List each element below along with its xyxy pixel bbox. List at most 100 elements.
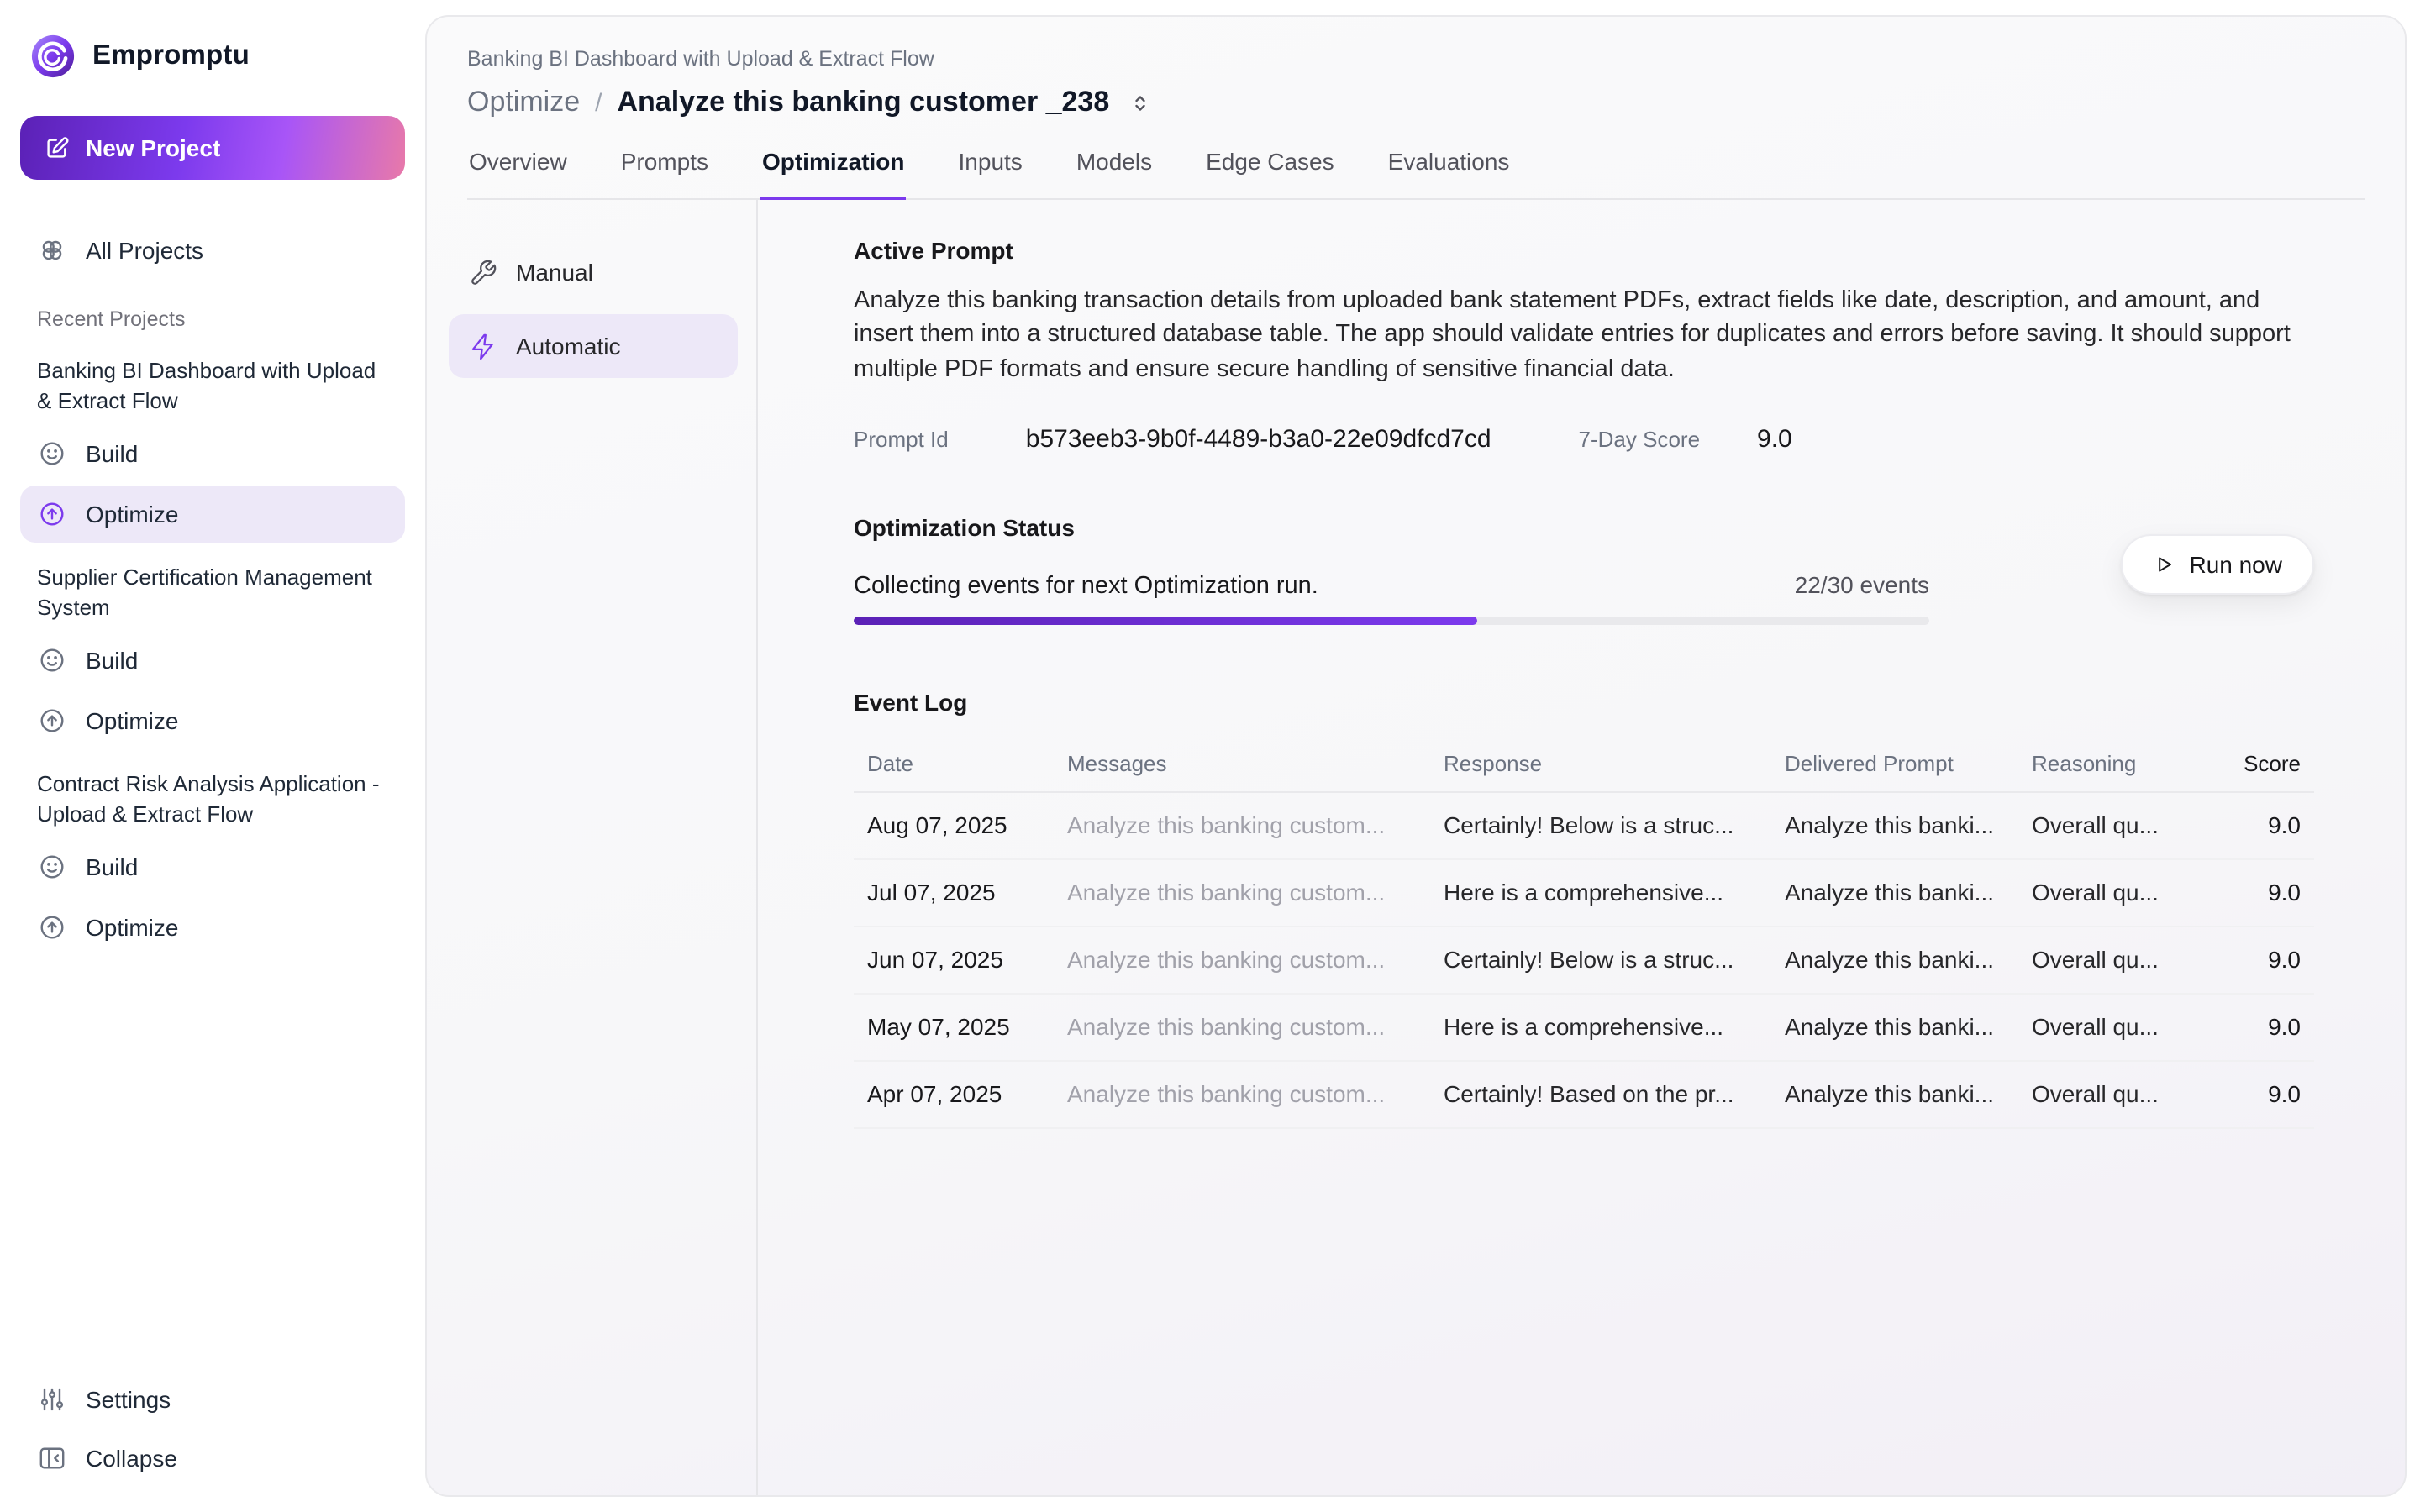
cell-reasoning: Overall qu... xyxy=(2032,947,2196,974)
sidebar-item-optimize[interactable]: Optimize xyxy=(20,692,405,749)
optimization-status-heading: Optimization Status xyxy=(854,514,2314,541)
project-title[interactable]: Contract Risk Analysis Application - Upl… xyxy=(20,769,405,828)
all-projects-label: All Projects xyxy=(86,237,203,264)
cell-reasoning: Overall qu... xyxy=(2032,812,2196,839)
prompt-meta-row: Prompt Id b573eeb3-9b0f-4489-b3a0-22e09d… xyxy=(854,425,2314,454)
tab-prompts[interactable]: Prompts xyxy=(619,148,710,200)
sidebar-item-build[interactable]: Build xyxy=(20,425,405,482)
brand-logo-icon xyxy=(30,34,76,79)
cell-score: 9.0 xyxy=(2196,812,2301,839)
tab-inputs[interactable]: Inputs xyxy=(957,148,1024,200)
build-label: Build xyxy=(86,854,138,881)
subnav-item-automatic[interactable]: Automatic xyxy=(449,314,738,378)
screen: Empromptu New Project All Projects Recen… xyxy=(0,0,2420,1512)
lightning-bolt-icon xyxy=(469,332,497,360)
run-now-button[interactable]: Run now xyxy=(2120,534,2314,595)
build-label: Build xyxy=(86,440,138,467)
cell-messages: Analyze this banking custom... xyxy=(1067,947,1444,974)
build-label: Build xyxy=(86,647,138,674)
cell-delivered-prompt: Analyze this banki... xyxy=(1785,947,2032,974)
sidebar-item-optimize[interactable]: Optimize xyxy=(20,900,405,957)
cell-date: Apr 07, 2025 xyxy=(867,1081,1067,1108)
panel-header: Banking BI Dashboard with Upload & Extra… xyxy=(427,17,2405,200)
subnav-item-manual[interactable]: Manual xyxy=(449,240,738,304)
chevron-expand-icon[interactable] xyxy=(1128,90,1153,115)
event-log-heading: Event Log xyxy=(854,689,2314,716)
edit-icon xyxy=(44,134,71,161)
column-header-reasoning: Reasoning xyxy=(2032,751,2196,776)
cell-reasoning: Overall qu... xyxy=(2032,879,2196,906)
cell-score: 9.0 xyxy=(2196,879,2301,906)
cell-score: 9.0 xyxy=(2196,1014,2301,1041)
sidebar-item-build[interactable]: Build xyxy=(20,839,405,896)
cell-date: Jul 07, 2025 xyxy=(867,879,1067,906)
cell-delivered-prompt: Analyze this banki... xyxy=(1785,812,2032,839)
prompt-id-value: b573eeb3-9b0f-4489-b3a0-22e09dfcd7cd xyxy=(1026,425,1491,454)
tab-optimization[interactable]: Optimization xyxy=(760,148,907,200)
events-count: 22/30 events xyxy=(1795,571,1929,598)
cell-date: Aug 07, 2025 xyxy=(867,812,1067,839)
cell-date: May 07, 2025 xyxy=(867,1014,1067,1041)
collapse-panel-icon xyxy=(37,1443,67,1473)
tab-bar: Overview Prompts Optimization Inputs Mod… xyxy=(467,148,2365,200)
table-header-row: Date Messages Response Delivered Prompt … xyxy=(854,736,2314,793)
optimization-status-section: Optimization Status Run now Collecting e… xyxy=(854,514,2314,625)
project-title[interactable]: Banking BI Dashboard with Upload & Extra… xyxy=(20,356,405,415)
build-smiley-icon xyxy=(37,853,67,883)
active-prompt-heading: Active Prompt xyxy=(854,237,2314,264)
tab-edge-cases[interactable]: Edge Cases xyxy=(1204,148,1336,200)
cell-response: Certainly! Based on the pr... xyxy=(1444,1081,1785,1108)
table-row[interactable]: Jul 07, 2025 Analyze this banking custom… xyxy=(854,860,2314,927)
cell-delivered-prompt: Analyze this banki... xyxy=(1785,1081,2032,1108)
sidebar-item-all-projects[interactable]: All Projects xyxy=(20,222,405,279)
main-panel: Banking BI Dashboard with Upload & Extra… xyxy=(425,15,2407,1497)
cell-score: 9.0 xyxy=(2196,1081,2301,1108)
wrench-icon xyxy=(469,258,497,286)
cell-messages: Analyze this banking custom... xyxy=(1067,1014,1444,1041)
settings-sliders-icon xyxy=(37,1384,67,1415)
brand: Empromptu xyxy=(30,34,395,79)
optimize-arrow-up-icon xyxy=(37,499,67,529)
sidebar-item-optimize[interactable]: Optimize xyxy=(20,486,405,543)
column-header-score: Score xyxy=(2196,751,2301,776)
column-header-response: Response xyxy=(1444,751,1785,776)
cell-messages: Analyze this banking custom... xyxy=(1067,879,1444,906)
new-project-button[interactable]: New Project xyxy=(20,116,405,180)
sidebar-item-settings[interactable]: Settings xyxy=(20,1371,405,1428)
column-header-date: Date xyxy=(867,751,1067,776)
play-icon xyxy=(2152,553,2175,576)
event-log-section: Event Log Date Messages Response Deliver… xyxy=(854,689,2314,1129)
projects-icon xyxy=(37,235,67,265)
status-row: Collecting events for next Optimization … xyxy=(854,571,1929,600)
panel-body: Manual Automatic Active Prompt Analyze t… xyxy=(427,200,2405,1495)
cell-reasoning: Overall qu... xyxy=(2032,1081,2196,1108)
optimize-arrow-up-icon xyxy=(37,913,67,943)
build-smiley-icon xyxy=(37,438,67,469)
cell-messages: Analyze this banking custom... xyxy=(1067,812,1444,839)
brand-name: Empromptu xyxy=(92,40,250,72)
new-project-label: New Project xyxy=(86,134,220,161)
subnav: Manual Automatic xyxy=(427,200,758,1495)
status-text: Collecting events for next Optimization … xyxy=(854,573,1318,600)
cell-delivered-prompt: Analyze this banki... xyxy=(1785,879,2032,906)
project-title[interactable]: Supplier Certification Management System xyxy=(20,563,405,622)
content: Active Prompt Analyze this banking trans… xyxy=(758,200,2405,1495)
app: Empromptu New Project All Projects Recen… xyxy=(0,0,2420,1512)
optimize-label: Optimize xyxy=(86,501,178,528)
run-now-label: Run now xyxy=(2189,551,2282,578)
sidebar-item-build[interactable]: Build xyxy=(20,632,405,689)
tab-overview[interactable]: Overview xyxy=(467,148,569,200)
optimize-arrow-up-icon xyxy=(37,706,67,736)
table-row[interactable]: Apr 07, 2025 Analyze this banking custom… xyxy=(854,1062,2314,1129)
breadcrumb: Banking BI Dashboard with Upload & Extra… xyxy=(467,47,2365,71)
manual-label: Manual xyxy=(516,259,593,286)
tab-models[interactable]: Models xyxy=(1075,148,1154,200)
build-smiley-icon xyxy=(37,645,67,675)
tab-evaluations[interactable]: Evaluations xyxy=(1386,148,1512,200)
table-row[interactable]: Jun 07, 2025 Analyze this banking custom… xyxy=(854,927,2314,995)
optimize-label: Optimize xyxy=(86,707,178,734)
sidebar-item-collapse[interactable]: Collapse xyxy=(20,1430,405,1487)
table-row[interactable]: Aug 07, 2025 Analyze this banking custom… xyxy=(854,793,2314,860)
table-row[interactable]: May 07, 2025 Analyze this banking custom… xyxy=(854,995,2314,1062)
breadcrumb-section-optimize[interactable]: Optimize xyxy=(467,86,580,119)
